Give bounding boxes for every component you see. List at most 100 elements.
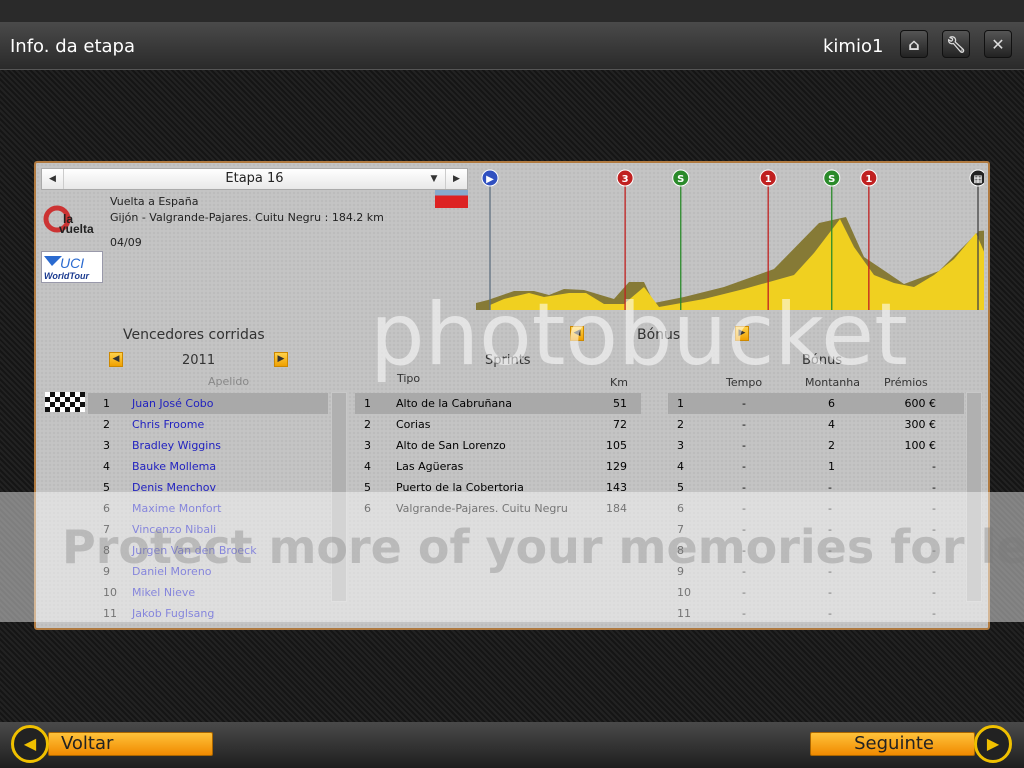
next-year-button[interactable]: ▶ bbox=[274, 352, 288, 367]
back-arrow-icon[interactable]: ◀ bbox=[11, 725, 49, 763]
table-row[interactable]: 4 - 1 - bbox=[668, 456, 964, 477]
prev-bonus-button[interactable]: ◀ bbox=[570, 326, 584, 341]
tempo: - bbox=[742, 565, 746, 578]
marker-label: ▶ bbox=[486, 174, 494, 185]
sprint-name: Corias bbox=[396, 418, 431, 431]
premios: - bbox=[932, 544, 936, 557]
marker-label: 1 bbox=[865, 174, 872, 185]
table-row[interactable]: 9 - - - bbox=[668, 561, 964, 582]
table-row[interactable]: 5 - - - bbox=[668, 477, 964, 498]
tempo: - bbox=[742, 586, 746, 599]
winners-scrollbar[interactable] bbox=[331, 392, 347, 602]
race-name: Vuelta a España bbox=[110, 195, 199, 208]
sprint-name: Valgrande-Pajares. Cuitu Negru bbox=[396, 502, 568, 515]
premios: - bbox=[932, 502, 936, 515]
header: Info. da etapa kimio1 ⌂ 🔧︎ ✕ bbox=[0, 22, 1024, 70]
table-row[interactable]: 1 - 6 600 € bbox=[668, 393, 964, 414]
table-row[interactable]: 2 Chris Froome bbox=[88, 414, 328, 435]
rank: 3 bbox=[677, 439, 684, 452]
next-stage-button[interactable]: ▶ bbox=[445, 169, 467, 189]
rank: 8 bbox=[103, 544, 110, 557]
username: kimio1 bbox=[823, 36, 884, 57]
montanha: 1 bbox=[828, 460, 835, 473]
rank: 4 bbox=[103, 460, 110, 473]
table-row[interactable]: 11 Jakob Fuglsang bbox=[88, 603, 328, 624]
next-label: Seguinte bbox=[854, 733, 934, 754]
table-row[interactable]: 3 Bradley Wiggins bbox=[88, 435, 328, 456]
montanha: - bbox=[828, 523, 832, 536]
sprints-title: Sprints bbox=[485, 353, 531, 368]
winners-title: Vencedores corridas bbox=[123, 327, 265, 343]
next-bonus-button[interactable]: ▶ bbox=[735, 326, 749, 341]
table-row[interactable]: 4 Bauke Mollema bbox=[88, 456, 328, 477]
table-row[interactable]: 6 Valgrande-Pajares. Cuitu Negru 184 bbox=[355, 498, 641, 519]
table-row[interactable]: 5 Puerto de la Cobertoria 143 bbox=[355, 477, 641, 498]
rank: 8 bbox=[677, 544, 684, 557]
table-row[interactable]: 3 Alto de San Lorenzo 105 bbox=[355, 435, 641, 456]
sprint-name: Alto de la Cabruñana bbox=[396, 397, 512, 410]
marker-label: 1 bbox=[765, 174, 772, 185]
stage-selector[interactable]: ◀ Etapa 16 ▼ ▶ bbox=[41, 168, 468, 190]
table-row[interactable]: 8 - - - bbox=[668, 540, 964, 561]
table-row[interactable]: 2 Corias 72 bbox=[355, 414, 641, 435]
premios: 600 € bbox=[904, 397, 937, 410]
tempo: - bbox=[742, 418, 746, 431]
bonus-scrollbar[interactable] bbox=[966, 392, 982, 602]
back-button[interactable]: Voltar bbox=[48, 732, 213, 756]
table-row[interactable]: 7 Vincenzo Nibali bbox=[88, 519, 328, 540]
table-row[interactable]: 6 - - - bbox=[668, 498, 964, 519]
table-row[interactable]: 11 - - - bbox=[668, 603, 964, 624]
rank: 9 bbox=[677, 565, 684, 578]
table-row[interactable]: 5 Denis Menchov bbox=[88, 477, 328, 498]
rank: 7 bbox=[677, 523, 684, 536]
rank: 4 bbox=[677, 460, 684, 473]
rank: 6 bbox=[103, 502, 110, 515]
page-title: Info. da etapa bbox=[10, 36, 135, 57]
sprint-km: 105 bbox=[606, 439, 627, 452]
sprint-km: 72 bbox=[613, 418, 627, 431]
next-button[interactable]: Seguinte bbox=[810, 732, 975, 756]
stage-profile: ▶ 3 S 1 S 1 ▦ bbox=[476, 169, 984, 310]
sprint-name: Las Agüeras bbox=[396, 460, 464, 473]
marker-label: 3 bbox=[622, 174, 629, 185]
marker-label: S bbox=[677, 174, 684, 185]
table-row[interactable]: 1 Alto de la Cabruñana 51 bbox=[355, 393, 641, 414]
dropdown-chevron-icon[interactable]: ▼ bbox=[423, 169, 445, 189]
col-montanha: Montanha bbox=[805, 376, 860, 389]
sprint-km: 143 bbox=[606, 481, 627, 494]
table-row[interactable]: 9 Daniel Moreno bbox=[88, 561, 328, 582]
table-row[interactable]: 7 - - - bbox=[668, 519, 964, 540]
table-row[interactable]: 8 Jurgen Van den Broeck bbox=[88, 540, 328, 561]
profile-view-icon[interactable] bbox=[435, 190, 468, 208]
settings-button[interactable]: 🔧︎ bbox=[942, 30, 970, 58]
col-apelido: Apelido bbox=[208, 375, 250, 388]
table-row[interactable]: 4 Las Agüeras 129 bbox=[355, 456, 641, 477]
next-arrow-icon[interactable]: ▶ bbox=[974, 725, 1012, 763]
montanha: 2 bbox=[828, 439, 835, 452]
rank: 2 bbox=[677, 418, 684, 431]
bonus-title: Bónus bbox=[802, 353, 843, 368]
rank: 11 bbox=[677, 607, 691, 620]
rank: 7 bbox=[103, 523, 110, 536]
top-strip bbox=[0, 0, 1024, 22]
close-button[interactable]: ✕ bbox=[984, 30, 1012, 58]
rank: 9 bbox=[103, 565, 110, 578]
premios: 300 € bbox=[904, 418, 937, 431]
sprint-km: 184 bbox=[606, 502, 627, 515]
winners-year: 2011 bbox=[182, 353, 216, 368]
sprint-km: 51 bbox=[613, 397, 627, 410]
table-row[interactable]: 2 - 4 300 € bbox=[668, 414, 964, 435]
table-row[interactable]: 3 - 2 100 € bbox=[668, 435, 964, 456]
table-row[interactable]: 1 Juan José Cobo bbox=[88, 393, 328, 414]
rider-name: Chris Froome bbox=[132, 418, 205, 431]
uci-worldtour-logo: UCI WorldTour bbox=[41, 251, 103, 283]
premios: - bbox=[932, 460, 936, 473]
rank: 1 bbox=[364, 397, 371, 410]
table-row[interactable]: 10 Mikel Nieve bbox=[88, 582, 328, 603]
premios: - bbox=[932, 565, 936, 578]
home-button[interactable]: ⌂ bbox=[900, 30, 928, 58]
rider-name: Denis Menchov bbox=[132, 481, 216, 494]
table-row[interactable]: 6 Maxime Monfort bbox=[88, 498, 328, 519]
prev-year-button[interactable]: ◀ bbox=[109, 352, 123, 367]
table-row[interactable]: 10 - - - bbox=[668, 582, 964, 603]
